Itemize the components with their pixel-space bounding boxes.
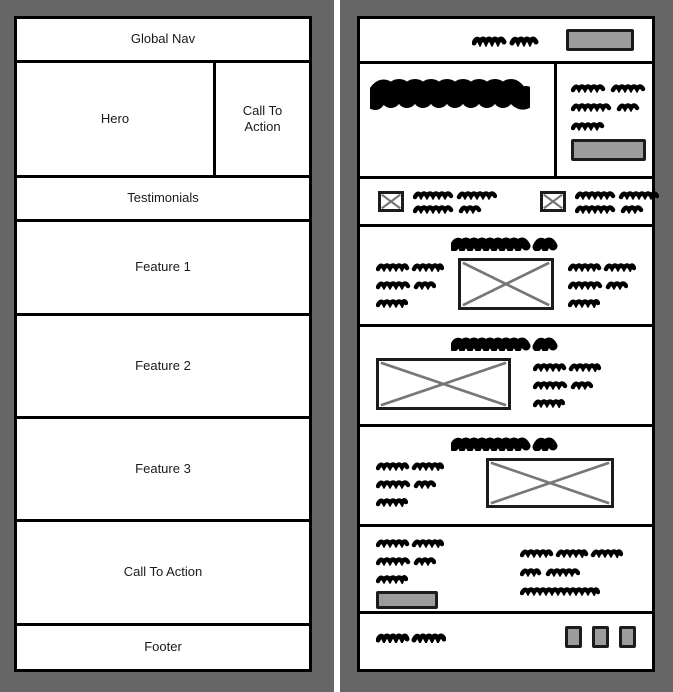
- sketch-section-call-to-action: [360, 527, 652, 614]
- feature-3-heading-scribble: [360, 435, 652, 451]
- hero-side-copy-line-3: [571, 120, 652, 131]
- testimonial-1-copy: [413, 189, 497, 214]
- block-feature-2[interactable]: Feature 2: [17, 316, 309, 419]
- block-global-nav[interactable]: Global Nav: [17, 19, 309, 63]
- block-hero-cta[interactable]: Call To Action: [216, 63, 309, 175]
- social-icon-2[interactable]: [592, 626, 609, 648]
- block-call-to-action-label: Call To Action: [123, 564, 203, 580]
- sketch-section-hero: [360, 64, 652, 179]
- feature-3-copy: [376, 460, 444, 507]
- wireframe-figure: Global Nav Hero Call To Action Testimoni…: [0, 0, 673, 692]
- social-icons-row: [565, 626, 636, 648]
- block-diagram-wireframe: Global Nav Hero Call To Action Testimoni…: [14, 16, 312, 672]
- social-icon-1[interactable]: [565, 626, 582, 648]
- sketch-section-testimonials: [360, 179, 659, 227]
- feature-2-image-placeholder[interactable]: [376, 358, 511, 410]
- feature-2-body: [360, 358, 652, 410]
- feature-1-heading-scribble: [360, 235, 652, 251]
- sketch-section-feature-2: [360, 327, 652, 427]
- block-feature-1-label: Feature 1: [135, 259, 191, 275]
- feature-1-image-placeholder[interactable]: [458, 258, 554, 310]
- block-feature-3[interactable]: Feature 3: [17, 419, 309, 522]
- sketch-wireframe: [357, 16, 659, 672]
- testimonial-2-copy: [575, 189, 659, 214]
- testimonial-item-1[interactable]: [378, 189, 497, 214]
- hero-headline-scribble: [370, 76, 544, 110]
- block-feature-3-label: Feature 3: [135, 460, 191, 476]
- block-call-to-action[interactable]: Call To Action: [17, 522, 309, 626]
- cta-right-column: [508, 537, 636, 611]
- feature-3-image-placeholder[interactable]: [486, 458, 614, 508]
- block-feature-2-label: Feature 2: [135, 357, 191, 373]
- sketch-section-footer: [360, 614, 652, 660]
- nav-links-scribble[interactable]: [472, 34, 544, 47]
- cta-button[interactable]: [376, 591, 438, 609]
- social-icon-3[interactable]: [619, 626, 636, 648]
- block-row-hero: Hero Call To Action: [17, 63, 309, 178]
- feature-2-heading-scribble: [360, 335, 652, 351]
- testimonial-item-2[interactable]: [540, 189, 659, 214]
- block-testimonials[interactable]: Testimonials: [17, 178, 309, 222]
- sketch-section-feature-3: [360, 427, 652, 527]
- hero-side-copy-line-2: [571, 101, 652, 112]
- feature-3-body: [360, 458, 652, 508]
- cta-left-column: [376, 537, 508, 611]
- block-hero-cta-label: Call To Action: [242, 102, 283, 134]
- panel-gutter: [334, 0, 340, 692]
- footer-copy-scribble: [376, 631, 446, 643]
- testimonial-1-image-placeholder[interactable]: [378, 191, 404, 212]
- block-global-nav-label: Global Nav: [130, 31, 196, 47]
- sketch-section-feature-1: [360, 227, 652, 327]
- hero-sidebar: [557, 64, 652, 176]
- block-hero-label: Hero: [100, 110, 130, 126]
- feature-1-copy-left: [376, 261, 444, 308]
- block-hero[interactable]: Hero: [17, 63, 216, 175]
- hero-main: [360, 64, 557, 176]
- block-footer-label: Footer: [144, 639, 182, 655]
- block-testimonials-label: Testimonials: [127, 190, 199, 206]
- testimonial-2-image-placeholder[interactable]: [540, 191, 566, 212]
- hero-side-copy-line-1: [571, 82, 652, 93]
- sketch-section-nav: [360, 19, 652, 64]
- feature-2-copy: [533, 361, 601, 408]
- block-footer[interactable]: Footer: [17, 626, 309, 669]
- feature-1-copy-right: [568, 261, 636, 308]
- feature-1-body: [360, 258, 652, 310]
- block-feature-1[interactable]: Feature 1: [17, 222, 309, 316]
- nav-cta-button[interactable]: [566, 29, 634, 51]
- hero-cta-button[interactable]: [571, 139, 646, 161]
